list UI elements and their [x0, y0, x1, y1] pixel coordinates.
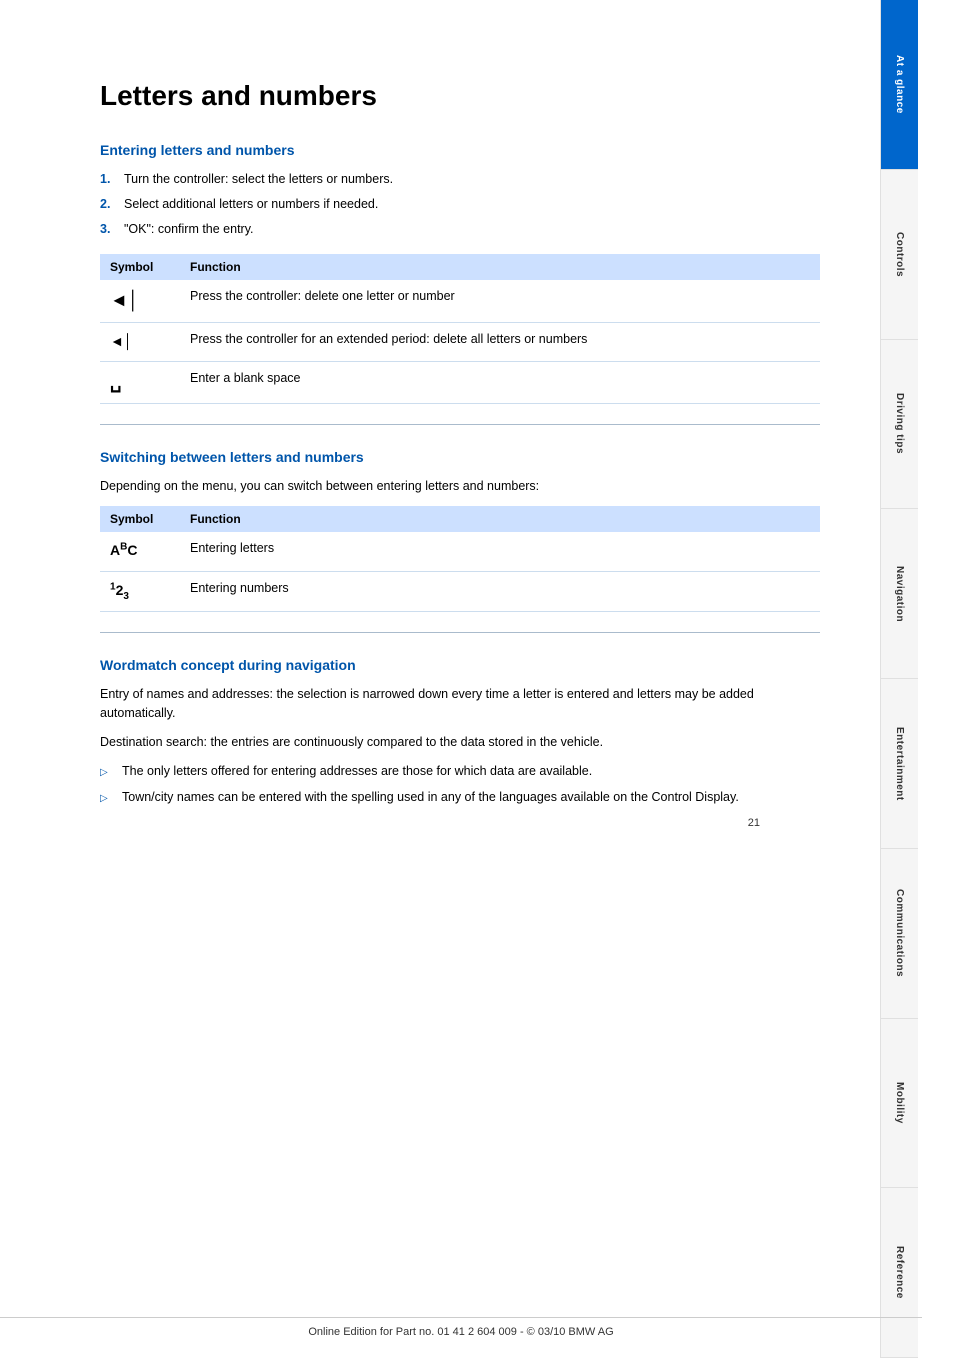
sidebar-item-entertainment[interactable]: Entertainment: [881, 679, 918, 849]
table-row: ◄│ Press the controller for an extended …: [100, 322, 820, 361]
space-icon: ␣: [110, 372, 121, 392]
sidebar-label-mobility: Mobility: [894, 1082, 905, 1124]
sidebar-label-navigation: Navigation: [894, 566, 905, 622]
wordmatch-para2: Destination search: the entries are cont…: [100, 733, 820, 752]
function-delete-long: Press the controller for an extended per…: [180, 322, 820, 361]
function-space: Enter a blank space: [180, 362, 820, 404]
main-content: Letters and numbers Entering letters and…: [0, 0, 880, 1358]
entering-table: Symbol Function ◄│ Press the controller:…: [100, 254, 820, 404]
sidebar-label-at-a-glance: At a glance: [894, 55, 905, 114]
table-row: ␣ Enter a blank space: [100, 362, 820, 404]
page-title: Letters and numbers: [100, 80, 820, 112]
bullet-text-2: Town/city names can be entered with the …: [122, 788, 739, 807]
section-divider-2: [100, 632, 820, 633]
step-2: 2. Select additional letters or numbers …: [100, 195, 820, 214]
abc-icon: ABC: [110, 542, 137, 558]
sidebar-item-navigation[interactable]: Navigation: [881, 509, 918, 679]
page-number: 21: [748, 817, 760, 829]
symbol-abc: ABC: [100, 532, 180, 571]
symbol-space: ␣: [100, 362, 180, 404]
footer-text: Online Edition for Part no. 01 41 2 604 …: [308, 1326, 613, 1338]
sidebar-label-reference: Reference: [894, 1246, 905, 1299]
bullet-text-1: The only letters offered for entering ad…: [122, 762, 592, 781]
switching-table: Symbol Function ABC Entering letters 123…: [100, 506, 820, 612]
wordmatch-heading: Wordmatch concept during navigation: [100, 657, 820, 673]
page-number-area: 21: [100, 817, 820, 829]
function-123: Entering numbers: [180, 571, 820, 612]
step-number-1: 1.: [100, 170, 120, 189]
entering-table-col1: Symbol: [100, 254, 180, 280]
table-row: ABC Entering letters: [100, 532, 820, 571]
sidebar-label-controls: Controls: [894, 232, 905, 277]
sidebar-label-entertainment: Entertainment: [894, 727, 905, 801]
step-text-1: Turn the controller: select the letters …: [124, 170, 393, 189]
switching-table-col1: Symbol: [100, 506, 180, 532]
num-icon: 123: [110, 582, 129, 598]
page-footer: Online Edition for Part no. 01 41 2 604 …: [0, 1317, 922, 1338]
step-text-3: "OK": confirm the entry.: [124, 220, 254, 239]
entering-heading: Entering letters and numbers: [100, 142, 820, 158]
step-3: 3. "OK": confirm the entry.: [100, 220, 820, 239]
sidebar-label-communications: Communications: [894, 889, 905, 977]
switching-table-col2: Function: [180, 506, 820, 532]
arrow-right-icon-1: ▷: [100, 765, 116, 781]
step-text-2: Select additional letters or numbers if …: [124, 195, 378, 214]
arrow-right-icon-2: ▷: [100, 791, 116, 807]
entering-steps-list: 1. Turn the controller: select the lette…: [100, 170, 820, 238]
step-number-3: 3.: [100, 220, 120, 239]
bullet-item-2: ▷ Town/city names can be entered with th…: [100, 788, 820, 807]
symbol-delete-long: ◄│: [100, 322, 180, 361]
entering-table-col2: Function: [180, 254, 820, 280]
sidebar-item-controls[interactable]: Controls: [881, 170, 918, 340]
bullet-item-1: ▷ The only letters offered for entering …: [100, 762, 820, 781]
function-delete-short: Press the controller: delete one letter …: [180, 280, 820, 322]
sidebar: At a glance Controls Driving tips Naviga…: [880, 0, 918, 1358]
switching-body: Depending on the menu, you can switch be…: [100, 477, 820, 496]
table-row: ◄│ Press the controller: delete one lett…: [100, 280, 820, 322]
step-number-2: 2.: [100, 195, 120, 214]
sidebar-item-communications[interactable]: Communications: [881, 849, 918, 1019]
table-row: 123 Entering numbers: [100, 571, 820, 612]
sidebar-item-mobility[interactable]: Mobility: [881, 1019, 918, 1189]
delete-long-icon: ◄│: [110, 333, 133, 349]
delete-short-icon: ◄│: [110, 290, 139, 310]
sidebar-label-driving-tips: Driving tips: [894, 393, 905, 454]
symbol-123: 123: [100, 571, 180, 612]
wordmatch-para1: Entry of names and addresses: the select…: [100, 685, 820, 723]
function-abc: Entering letters: [180, 532, 820, 571]
wordmatch-bullets: ▷ The only letters offered for entering …: [100, 762, 820, 808]
sidebar-item-at-a-glance[interactable]: At a glance: [881, 0, 918, 170]
switching-heading: Switching between letters and numbers: [100, 449, 820, 465]
step-1: 1. Turn the controller: select the lette…: [100, 170, 820, 189]
sidebar-item-driving-tips[interactable]: Driving tips: [881, 340, 918, 510]
page-container: Letters and numbers Entering letters and…: [0, 0, 960, 1358]
section-divider-1: [100, 424, 820, 425]
symbol-delete-short: ◄│: [100, 280, 180, 322]
